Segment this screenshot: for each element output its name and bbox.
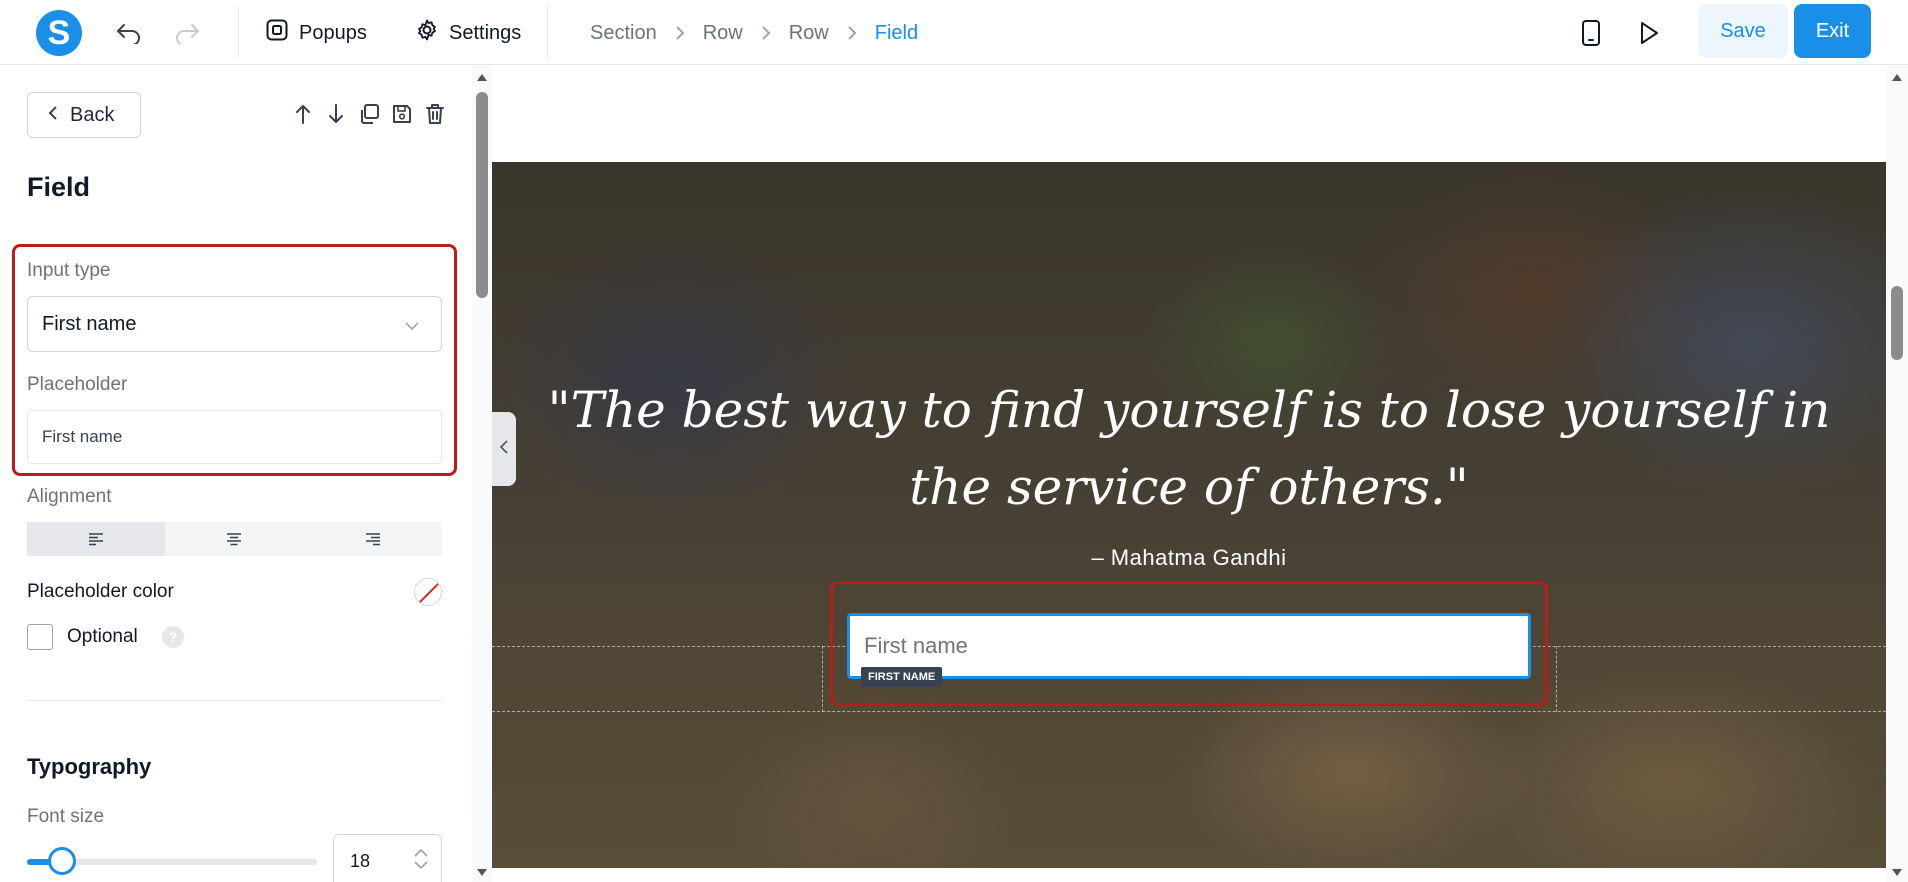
breadcrumb-item-row[interactable]: Row	[789, 22, 829, 45]
optional-row: Optional ?	[27, 624, 184, 650]
exit-button[interactable]: Exit	[1794, 4, 1871, 58]
optional-checkbox[interactable]	[27, 624, 53, 650]
chevron-right-icon	[675, 25, 685, 41]
redo-icon[interactable]	[170, 16, 204, 50]
color-swatch-none[interactable]	[414, 578, 442, 606]
collapse-panel-button[interactable]	[492, 412, 516, 486]
scrollbar-thumb[interactable]	[476, 92, 488, 298]
slider-handle[interactable]	[47, 847, 76, 875]
panel-scrollbar[interactable]	[472, 66, 492, 882]
element-actions	[290, 100, 447, 128]
popups-button[interactable]: Popups	[265, 14, 367, 52]
save-button[interactable]: Save	[1698, 4, 1788, 58]
chevron-right-icon	[761, 25, 771, 41]
properties-panel: Back Field Input type First name Placeho…	[0, 66, 476, 882]
font-size-label: Font size	[27, 806, 105, 827]
help-icon[interactable]: ?	[161, 626, 184, 648]
play-icon[interactable]	[1631, 14, 1667, 52]
popups-label: Popups	[299, 21, 367, 44]
align-left-icon[interactable]	[27, 522, 166, 556]
editor-canvas: "The best way to find yourself is to los…	[492, 66, 1886, 882]
scrollbar-thumb[interactable]	[1891, 286, 1903, 360]
quote-text[interactable]: "The best way to find yourself is to los…	[532, 372, 1846, 526]
breadcrumb-item-row[interactable]: Row	[703, 22, 743, 45]
column-outline	[822, 646, 823, 712]
placeholder-color-label: Placeholder color	[27, 581, 174, 602]
breadcrumb-item-field[interactable]: Field	[875, 22, 918, 45]
section-divider	[27, 700, 442, 701]
alignment-toggle-group	[27, 522, 442, 556]
chevron-left-icon	[499, 439, 508, 459]
field-type-tag: FIRST NAME	[861, 667, 943, 687]
optional-label: Optional	[67, 626, 138, 647]
first-name-field[interactable]	[847, 613, 1531, 679]
popup-icon	[265, 18, 289, 48]
gear-icon	[415, 18, 439, 48]
placeholder-color-row: Placeholder color	[27, 578, 442, 606]
breadcrumb-item-section[interactable]: Section	[590, 22, 657, 45]
scroll-up-icon[interactable]	[477, 74, 487, 81]
trash-icon[interactable]	[422, 100, 447, 128]
settings-button[interactable]: Settings	[415, 14, 521, 52]
input-type-select[interactable]: First name	[27, 296, 442, 352]
settings-label: Settings	[449, 21, 522, 44]
undo-icon[interactable]	[112, 16, 146, 50]
input-type-label: Input type	[27, 260, 111, 281]
quote-author[interactable]: – Mahatma Gandhi	[492, 545, 1886, 571]
breadcrumb: Section Row Row Field	[590, 16, 918, 50]
chevron-left-icon	[48, 104, 58, 127]
chevron-right-icon	[847, 25, 857, 41]
align-center-icon[interactable]	[165, 522, 303, 556]
stepper-icon[interactable]	[413, 847, 429, 876]
arrow-down-icon[interactable]	[323, 100, 348, 128]
top-toolbar: S Popups Settings Section Row Row Field …	[0, 0, 1908, 65]
save-template-icon[interactable]	[389, 100, 414, 128]
mobile-preview-icon[interactable]	[1573, 14, 1609, 52]
scroll-down-icon[interactable]	[477, 869, 487, 876]
placeholder-label: Placeholder	[27, 374, 128, 395]
back-button[interactable]: Back	[27, 92, 141, 138]
placeholder-input[interactable]	[27, 410, 442, 464]
canvas-scrollbar[interactable]	[1886, 66, 1908, 882]
toolbar-divider	[547, 6, 548, 58]
chevron-down-icon	[405, 313, 419, 336]
font-size-value: 18	[350, 850, 371, 871]
duplicate-icon[interactable]	[356, 100, 381, 128]
arrow-up-icon[interactable]	[290, 100, 315, 128]
column-outline	[1556, 646, 1557, 712]
scroll-up-icon[interactable]	[1892, 74, 1902, 81]
input-type-value: First name	[42, 312, 137, 335]
align-right-icon[interactable]	[304, 522, 442, 556]
typography-heading: Typography	[27, 754, 152, 779]
toolbar-divider	[238, 6, 239, 58]
app-logo[interactable]: S	[36, 10, 82, 56]
scroll-down-icon[interactable]	[1892, 869, 1902, 876]
back-label: Back	[70, 103, 115, 126]
hero-section[interactable]: "The best way to find yourself is to los…	[492, 162, 1886, 868]
font-size-input[interactable]: 18	[333, 834, 442, 882]
panel-title: Field	[27, 172, 91, 202]
alignment-label: Alignment	[27, 486, 112, 507]
